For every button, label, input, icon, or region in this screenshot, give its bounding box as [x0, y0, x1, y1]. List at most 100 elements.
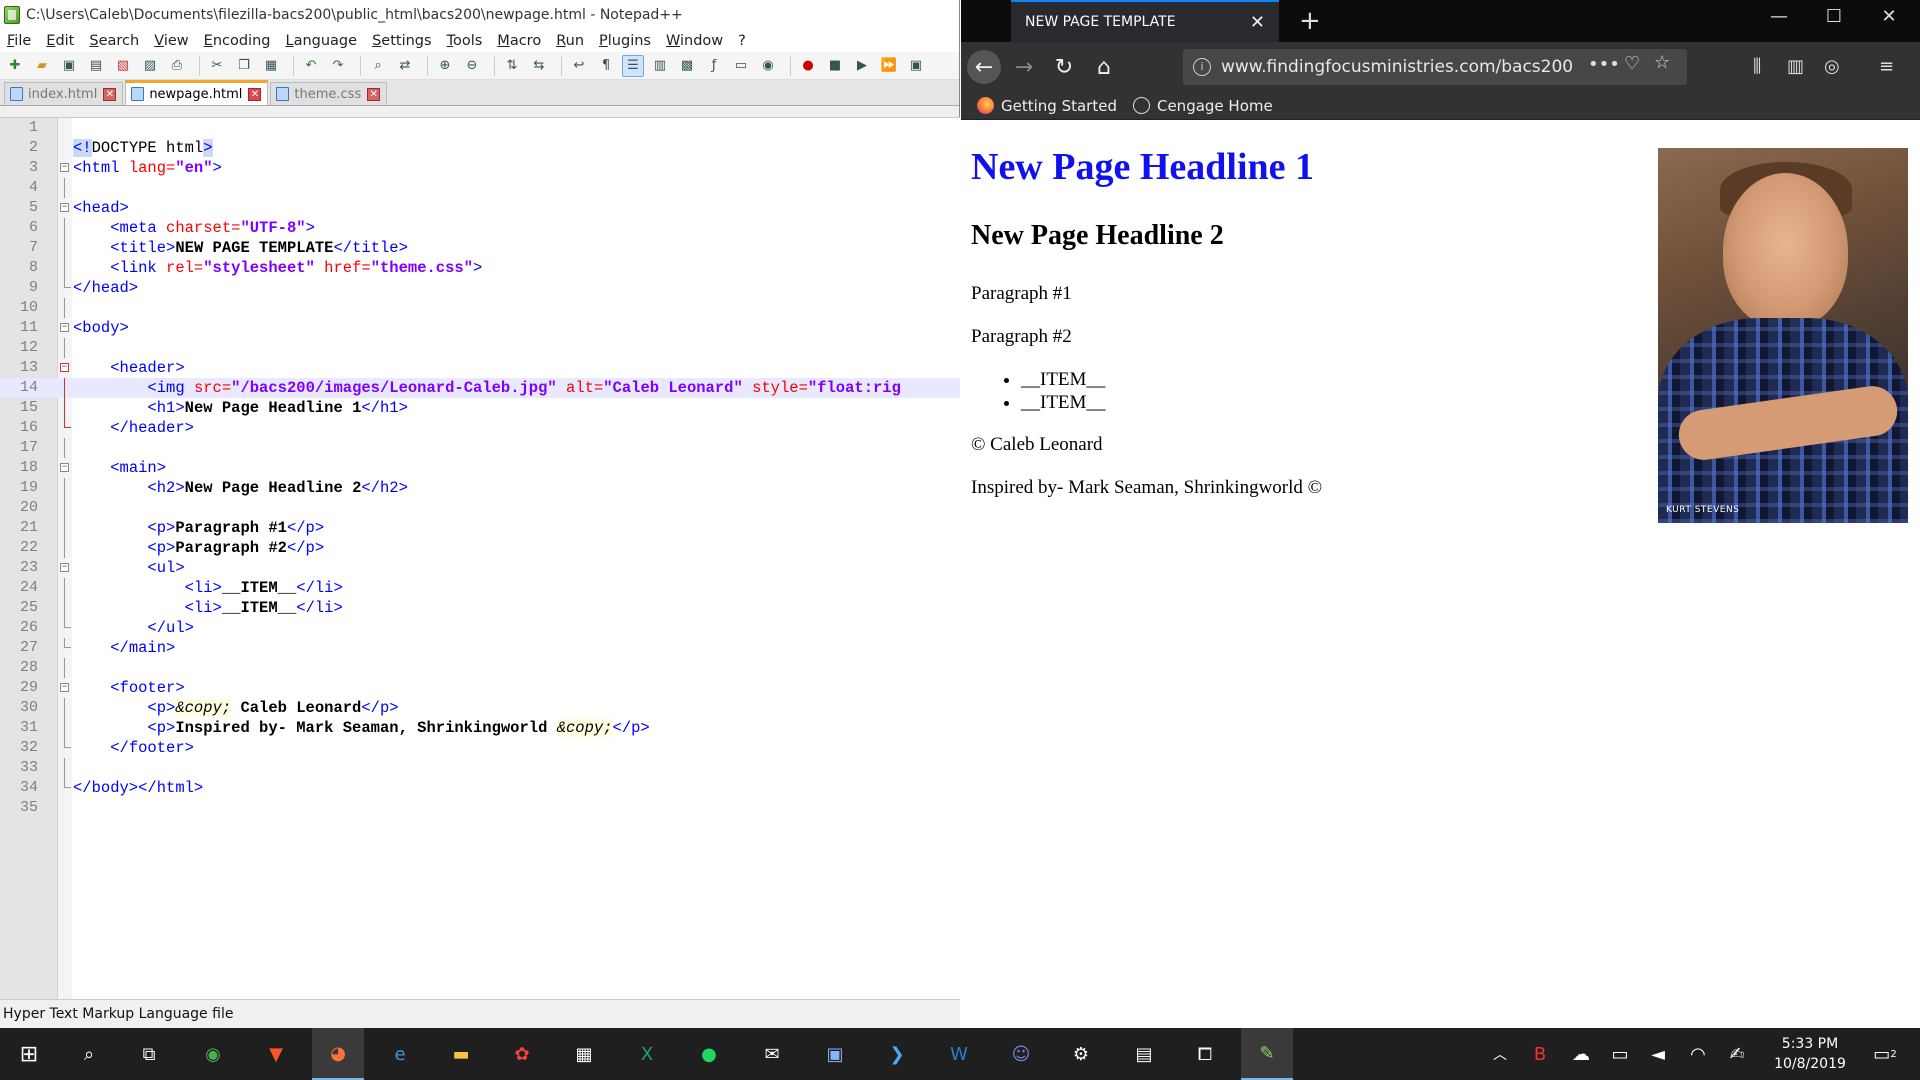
undo-icon[interactable]: ↶ [300, 55, 322, 77]
tab-theme-css[interactable]: theme.css ✕ [270, 82, 388, 105]
print-icon[interactable]: ⎙ [166, 55, 188, 77]
monitoring-icon[interactable]: ◉ [757, 55, 779, 77]
fold-toggle-icon[interactable]: − [60, 323, 69, 332]
pocket-icon[interactable]: ♡ [1624, 53, 1640, 74]
brave-icon[interactable]: ▼ [259, 1037, 293, 1071]
back-arrow-icon[interactable]: ← [967, 50, 1001, 84]
zoom-out-icon[interactable]: ⊖ [461, 55, 483, 77]
minimize-icon[interactable]: — [1756, 6, 1802, 27]
utility-app-icon[interactable]: ▤ [1127, 1037, 1161, 1071]
save-icon[interactable]: ▣ [58, 55, 80, 77]
new-file-icon[interactable]: ✚ [4, 55, 26, 77]
user-language-icon[interactable]: ▥ [649, 55, 671, 77]
sync-horizontal-icon[interactable]: ⇆ [528, 55, 550, 77]
firefox-taskbar-icon[interactable]: ◕ [312, 1028, 364, 1080]
menu-macro[interactable]: Macro [490, 33, 549, 49]
notepadpp-taskbar-icon[interactable]: ✎ [1241, 1028, 1293, 1080]
menu-search[interactable]: Search [82, 33, 147, 49]
page-actions-icon[interactable]: ••• [1588, 54, 1620, 75]
bookmark-star-icon[interactable]: ☆ [1654, 52, 1670, 73]
task-view-icon[interactable]: ⧉ [132, 1037, 166, 1071]
menu-window[interactable]: Window [659, 33, 731, 49]
show-all-chars-icon[interactable]: ¶ [595, 55, 617, 77]
maximize-icon[interactable]: ☐ [1811, 6, 1857, 27]
folder-workspace-icon[interactable]: ▭ [730, 55, 752, 77]
mail-icon[interactable]: ✉ [755, 1037, 789, 1071]
copy-icon[interactable]: ❐ [233, 55, 255, 77]
menu-view[interactable]: View [147, 33, 196, 49]
steam-icon[interactable]: ⚙ [1064, 1037, 1098, 1071]
paste-icon[interactable]: ▦ [260, 55, 282, 77]
discord-icon[interactable]: ☺ [1004, 1037, 1038, 1071]
tray-overflow-icon[interactable]: ︿ [1483, 1037, 1517, 1071]
forward-arrow-icon[interactable]: → [1007, 50, 1041, 84]
open-file-icon[interactable]: ▰ [31, 55, 53, 77]
close-file-icon[interactable]: ▧ [112, 55, 134, 77]
menu-plugins[interactable]: Plugins [592, 33, 659, 49]
chrome-icon[interactable]: ◉ [196, 1037, 230, 1071]
browser-tab-active[interactable]: NEW PAGE TEMPLATE ✕ [1011, 0, 1279, 42]
document-map-icon[interactable]: ▩ [676, 55, 698, 77]
edge-icon[interactable]: e [383, 1037, 417, 1071]
close-tab-icon[interactable]: ✕ [367, 87, 381, 101]
close-tab-icon[interactable]: ✕ [103, 87, 117, 101]
play-macro-icon[interactable]: ▶ [851, 55, 873, 77]
bookmark-cengage-home[interactable]: Cengage Home [1132, 97, 1273, 115]
save-macro-icon[interactable]: ▣ [905, 55, 927, 77]
record-macro-icon[interactable]: ● [797, 55, 819, 77]
bracket-app-icon[interactable]: ⧠ [1188, 1037, 1222, 1071]
fold-toggle-icon[interactable]: − [60, 563, 69, 572]
clock[interactable]: 5:33 PM 10/8/2019 [1760, 1034, 1860, 1074]
menu-run[interactable]: Run [549, 33, 592, 49]
fold-toggle-icon[interactable]: − [60, 163, 69, 172]
close-tab-icon[interactable]: ✕ [1250, 12, 1265, 33]
close-window-icon[interactable]: ✕ [1866, 6, 1912, 27]
fold-toggle-icon[interactable]: − [60, 463, 69, 472]
battery-icon[interactable]: ▭ [1603, 1037, 1637, 1071]
save-all-icon[interactable]: ▤ [85, 55, 107, 77]
spotify-icon[interactable]: ● [692, 1037, 726, 1071]
word-icon[interactable]: W [942, 1037, 976, 1071]
menu-settings[interactable]: Settings [365, 33, 440, 49]
menu-language[interactable]: Language [278, 33, 365, 49]
menu-file[interactable]: File [0, 33, 39, 49]
paint-3d-icon[interactable]: ✿ [505, 1037, 539, 1071]
onedrive-icon[interactable]: ☁ [1564, 1037, 1598, 1071]
function-list-icon[interactable]: ƒ [703, 55, 725, 77]
find-icon[interactable]: ⌕ [367, 55, 389, 77]
wifi-icon[interactable]: ◠ [1681, 1037, 1715, 1071]
file-explorer-icon[interactable]: ▬ [444, 1037, 478, 1071]
word-wrap-icon[interactable]: ↩ [568, 55, 590, 77]
new-tab-icon[interactable]: + [1299, 6, 1321, 36]
zoom-in-icon[interactable]: ⊕ [434, 55, 456, 77]
tab-newpage-html[interactable]: newpage.html ✕ [125, 80, 269, 105]
site-info-icon[interactable]: i [1193, 58, 1211, 76]
volume-icon[interactable]: ◄ [1641, 1037, 1675, 1071]
home-icon[interactable]: ⌂ [1087, 50, 1121, 84]
account-icon[interactable]: ◎ [1824, 56, 1840, 77]
powershell-icon[interactable]: ❯ [880, 1037, 914, 1071]
tray-app-icon[interactable]: B [1523, 1037, 1557, 1071]
code-editor[interactable]: 1 2 <!DOCTYPE html> 3− <html lang="en"> 4 … [0, 117, 960, 999]
menu-tools[interactable]: Tools [440, 33, 491, 49]
hamburger-menu-icon[interactable]: ≡ [1879, 56, 1894, 77]
cut-icon[interactable]: ✂ [206, 55, 228, 77]
redo-icon[interactable]: ↷ [327, 55, 349, 77]
fold-toggle-icon[interactable]: − [60, 363, 69, 372]
tab-index-html[interactable]: index.html ✕ [4, 82, 124, 105]
windows-start-icon[interactable]: ⊞ [12, 1037, 46, 1071]
search-icon[interactable]: ⌕ [72, 1037, 106, 1071]
replace-icon[interactable]: ⇄ [394, 55, 416, 77]
fold-toggle-icon[interactable]: − [60, 683, 69, 692]
pen-icon[interactable]: ✍ [1720, 1037, 1754, 1071]
sidebar-icon[interactable]: ▥ [1787, 56, 1804, 77]
close-all-icon[interactable]: ▨ [139, 55, 161, 77]
indent-guide-icon[interactable]: ☰ [622, 54, 644, 77]
sync-vertical-icon[interactable]: ⇅ [501, 55, 523, 77]
notification-center-icon[interactable]: ▭ 2 [1868, 1037, 1902, 1071]
store-icon[interactable]: ▦ [567, 1037, 601, 1071]
library-icon[interactable]: ⫼ [1753, 56, 1761, 77]
close-tab-icon[interactable]: ✕ [248, 87, 262, 101]
menu-encoding[interactable]: Encoding [197, 33, 279, 49]
menu-edit[interactable]: Edit [39, 33, 82, 49]
